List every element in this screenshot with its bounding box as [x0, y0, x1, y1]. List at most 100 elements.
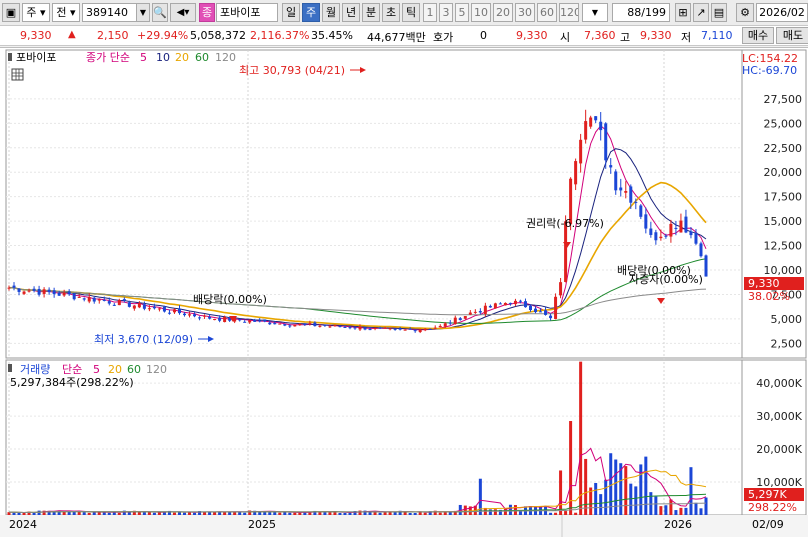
tab-week[interactable]: 주 — [302, 3, 320, 22]
dividend-annotation-1: 배당락(0.00%) — [193, 293, 267, 306]
table-icon[interactable] — [11, 68, 24, 81]
hoga-price: 9,330 — [516, 29, 548, 42]
candle-body — [87, 297, 91, 302]
chart-area[interactable]: 27,500 25,000 22,500 20,000 17,500 15,000 12,5… — [0, 47, 808, 537]
volume-bar — [82, 512, 86, 515]
volume-bar — [664, 505, 668, 515]
candle-body — [208, 316, 212, 319]
candle-body — [403, 329, 407, 331]
candle-body — [107, 301, 111, 304]
grid-icon[interactable]: ⊞ — [675, 3, 691, 22]
volume-summary: 5,297,384주(298.22%) — [10, 376, 134, 389]
price-tick-label: 10,000 — [764, 264, 803, 277]
minute-option-30[interactable]: 30 — [515, 3, 535, 22]
volume-tick-label: 40,000K — [756, 377, 802, 390]
panel-handle-icon[interactable] — [8, 53, 12, 61]
chart-line-icon[interactable]: ↗ — [693, 3, 709, 22]
trade-volume: 5,058,372 — [190, 29, 246, 42]
volume-bar — [634, 486, 638, 515]
minute-option-10[interactable]: 10 — [471, 3, 491, 22]
low-annotation: 최저 3,670 (12/09) — [94, 333, 193, 346]
market-label: 주 — [26, 6, 37, 19]
high-value: 9,330 — [640, 29, 672, 42]
volume-tick-label: 30,000K — [756, 410, 802, 423]
minute-option-20[interactable]: 20 — [493, 3, 513, 22]
volume-bar — [17, 512, 21, 515]
candle-body — [248, 320, 252, 323]
volume-bar — [278, 512, 282, 515]
minute-option-120[interactable]: 120 — [559, 3, 579, 22]
candle-body — [574, 161, 578, 185]
volume-bar — [338, 513, 342, 515]
volume-bar — [704, 497, 708, 515]
stock-title: 포바이포 — [16, 51, 56, 64]
candle-body — [52, 290, 56, 295]
legend-ma120: 120 — [215, 51, 236, 64]
candle-body — [92, 297, 96, 302]
candle-body — [564, 221, 568, 282]
candle-body — [689, 231, 693, 236]
candle-body — [549, 315, 553, 319]
market-select[interactable]: 주 ▾ — [22, 3, 50, 22]
tab-second[interactable]: 초 — [382, 3, 400, 22]
candle-body — [238, 319, 242, 321]
settings-gear-icon[interactable]: ⚙ — [736, 3, 754, 22]
stock-name-field[interactable]: 포바이포 — [216, 3, 278, 22]
candle-body — [358, 326, 362, 330]
candle-body — [599, 121, 603, 131]
candle-body — [127, 302, 131, 307]
volume-bar — [508, 504, 512, 515]
volume-bar — [679, 507, 683, 515]
candle-body — [328, 326, 332, 328]
volume-bar — [37, 510, 41, 515]
window-menu-icon[interactable]: ▣ — [2, 3, 20, 22]
candle-body — [102, 299, 106, 301]
legend-ma60: 60 — [195, 51, 209, 64]
candle-body — [298, 323, 302, 326]
volume-panel-handle-icon[interactable] — [8, 364, 12, 372]
type-select[interactable]: 전 ▾ — [52, 3, 80, 22]
candle-body — [684, 216, 688, 233]
candle-body — [373, 327, 377, 329]
stock-name: 포바이포 — [220, 6, 261, 19]
candle-body — [609, 165, 613, 168]
save-icon[interactable]: ▤ — [711, 3, 727, 22]
candle-body — [458, 318, 462, 321]
candle-body — [584, 121, 588, 140]
buy-button[interactable]: 매수 — [742, 27, 774, 44]
candle-body — [478, 311, 482, 313]
quote-bar: 9,330 ▲ 2,150 +29.94% 5,058,372 2,116.37… — [0, 26, 808, 46]
tab-year[interactable]: 년 — [342, 3, 360, 22]
candle-body — [438, 325, 442, 328]
speaker-icon[interactable]: ◀▾ — [170, 3, 196, 22]
code-dropdown-icon[interactable]: ▼ — [136, 3, 150, 22]
volume-bar — [268, 512, 272, 515]
candle-body — [72, 293, 76, 300]
minute-option-5[interactable]: 5 — [455, 3, 469, 22]
volume-bar — [147, 512, 151, 515]
volume-bar — [599, 494, 603, 515]
tab-minute[interactable]: 분 — [362, 3, 380, 22]
volume-title: 거래량 — [20, 363, 50, 376]
interval-input[interactable]: ▼ — [582, 3, 608, 22]
minute-option-1[interactable]: 1 — [423, 3, 437, 22]
volume-bar — [348, 512, 352, 515]
candle-body — [353, 327, 357, 329]
sell-button[interactable]: 매도 — [776, 27, 808, 44]
candle-body — [679, 220, 683, 233]
tab-month[interactable]: 월 — [322, 3, 340, 22]
search-icon[interactable]: 🔍 — [152, 3, 168, 22]
date-input[interactable]: 2026/02 — [756, 3, 808, 22]
candle-body — [12, 285, 16, 288]
tab-day[interactable]: 일 — [282, 3, 300, 22]
tab-tick[interactable]: 틱 — [402, 3, 420, 22]
candle-body — [383, 327, 387, 329]
legend-ma10: 10 — [156, 51, 170, 64]
minute-option-60[interactable]: 60 — [537, 3, 557, 22]
volume-bar — [177, 512, 181, 515]
candle-body — [669, 223, 673, 237]
volume-bar — [343, 512, 347, 515]
minute-option-3[interactable]: 3 — [439, 3, 453, 22]
up-arrow-icon: ▲ — [68, 29, 76, 40]
candle-body — [77, 296, 81, 298]
